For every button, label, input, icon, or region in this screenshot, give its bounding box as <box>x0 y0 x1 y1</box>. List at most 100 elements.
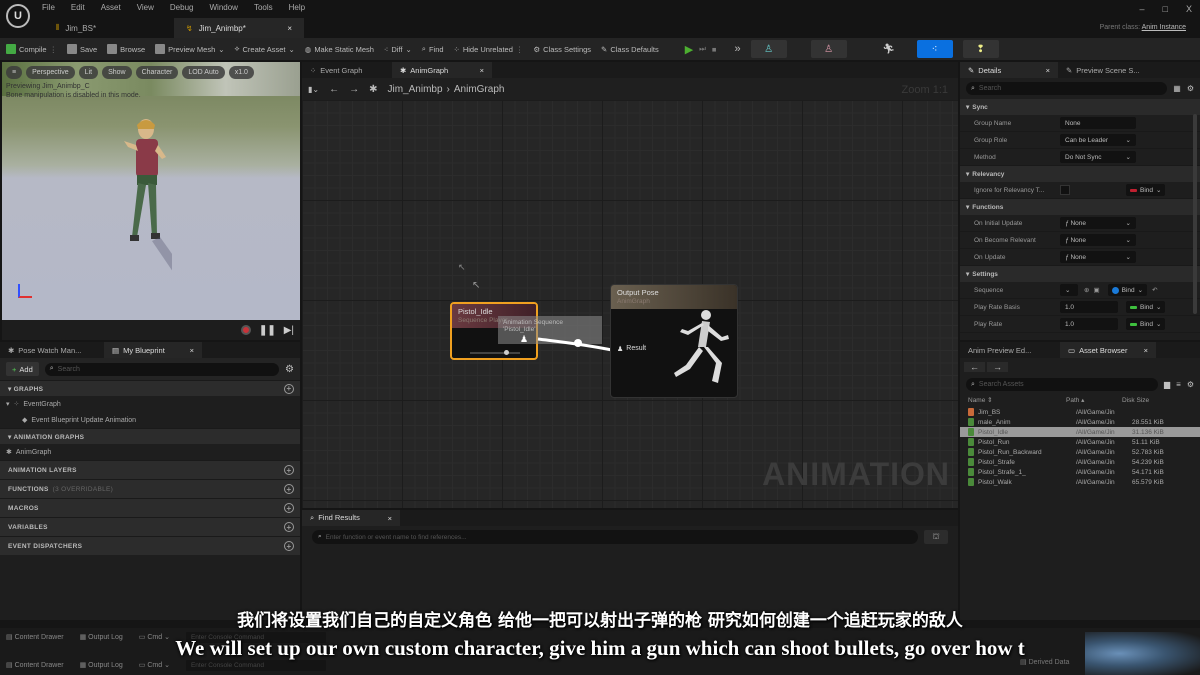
add-graph-icon[interactable]: + <box>284 383 294 394</box>
column-header-disk-size[interactable]: Disk Size <box>1122 397 1149 404</box>
section-sync[interactable]: ▾ Sync <box>960 99 1200 115</box>
bind-dropdown[interactable]: Bind ⌄ <box>1107 284 1148 296</box>
property-matrix-icon[interactable]: ▦ <box>1173 84 1181 93</box>
pause-button[interactable]: ❚❚ <box>259 325 276 336</box>
cmd-dropdown[interactable]: ▭ Cmd ⌄ <box>139 661 170 669</box>
use-selected-icon[interactable]: ⊕ <box>1084 286 1089 294</box>
play-rate-basis-input[interactable]: 1.0 <box>1060 301 1118 313</box>
section-functions[interactable]: FUNCTIONS (3 OVERRIDABLE) + <box>0 479 300 498</box>
add-macro-icon[interactable]: + <box>284 503 294 513</box>
menu-file[interactable]: File <box>42 3 55 12</box>
find-options-button[interactable]: ⛫ <box>924 530 948 544</box>
menu-debug[interactable]: Debug <box>170 3 194 12</box>
mesh-mode-button[interactable]: ♙ <box>810 40 847 58</box>
close-icon[interactable]: × <box>1046 66 1050 75</box>
class-defaults-button[interactable]: ✎ Class Defaults <box>601 45 659 54</box>
group-role-dropdown[interactable]: Can be Leader ⌄ <box>1060 134 1136 146</box>
stop-button[interactable]: ■ <box>712 45 717 54</box>
section-macros[interactable]: MACROS + <box>0 498 300 517</box>
play-rate-input[interactable]: 1.0 <box>1060 318 1118 330</box>
doc-tab-jim-bs[interactable]: ⫴ Jim_BS* <box>44 18 174 38</box>
lit-button[interactable]: Lit <box>78 66 99 79</box>
result-pin[interactable]: ♟ Result <box>617 345 646 353</box>
content-drawer-button[interactable]: ▤ Content Drawer <box>6 661 64 669</box>
menu-asset[interactable]: Asset <box>101 3 121 12</box>
browse-folder-icon[interactable]: ▣ <box>1093 286 1099 294</box>
bind-dropdown[interactable]: Bind ⌄ <box>1126 301 1166 313</box>
tree-item-event-update[interactable]: ◆ Event Blueprint Update Animation <box>0 412 300 428</box>
section-variables[interactable]: VARIABLES + <box>0 517 300 536</box>
gear-icon[interactable]: ⚙ <box>1187 380 1194 389</box>
section-event-dispatchers[interactable]: EVENT DISPATCHERS + <box>0 536 300 555</box>
asset-row[interactable]: Pistol_Idle/All/Game/Jin 31.136 KiB <box>960 427 1200 437</box>
asset-row[interactable]: Pistol_Strafe_1_ /All/Game/Jin 54.171 KiB <box>960 467 1200 477</box>
add-dispatcher-icon[interactable]: + <box>284 541 294 551</box>
column-header-name[interactable]: Name ⇕ <box>968 396 1066 404</box>
forward-arrow-icon[interactable]: → <box>987 362 1008 372</box>
add-layer-icon[interactable]: + <box>284 465 294 475</box>
asset-row[interactable]: Pistol_Run/All/Game/Jin 51.11 KiB <box>960 437 1200 447</box>
asset-row[interactable]: male_Anim/All/Game/Jin 28.551 KiB <box>960 417 1200 427</box>
lod-button[interactable]: LOD Auto <box>182 66 225 79</box>
save-button[interactable]: Save <box>67 44 97 54</box>
browse-button[interactable]: Browse <box>107 44 145 54</box>
step-button[interactable]: ⏭ <box>699 44 706 54</box>
show-button[interactable]: Show <box>102 66 132 79</box>
menu-edit[interactable]: Edit <box>71 3 85 12</box>
preview-viewport[interactable]: ≡ Perspective Lit Show Character LOD Aut… <box>2 62 300 320</box>
overflow-button[interactable]: » <box>734 43 740 55</box>
details-search-input[interactable]: ⌕ Search <box>966 82 1168 95</box>
menu-tools[interactable]: Tools <box>254 3 273 12</box>
close-icon[interactable]: × <box>190 346 194 355</box>
animation-mode-button[interactable]: 🏃︎ <box>870 40 907 58</box>
viewport-menu-button[interactable]: ≡ <box>6 66 23 79</box>
character-button[interactable]: Character <box>135 66 179 79</box>
asset-row[interactable]: Pistol_Walk/All/Game/Jin 65.579 KiB <box>960 477 1200 487</box>
gear-icon[interactable]: ⚙ <box>1187 84 1194 93</box>
asset-row[interactable]: Pistol_Strafe/All/Game/Jin 54.239 KiB <box>960 457 1200 467</box>
tab-preview-scene[interactable]: ✎ Preview Scene S... <box>1058 62 1158 78</box>
record-button[interactable] <box>240 325 251 335</box>
perspective-button[interactable]: Perspective <box>26 66 75 79</box>
menu-help[interactable]: Help <box>289 3 305 12</box>
folder-icon[interactable]: ▆ <box>1164 380 1170 389</box>
section-settings[interactable]: ▾ Settings <box>960 266 1200 282</box>
parent-class-link[interactable]: Anim Instance <box>1142 24 1186 31</box>
bind-dropdown[interactable]: Bind ⌄ <box>1126 318 1166 330</box>
play-button[interactable]: ▶ <box>685 43 693 56</box>
my-blueprint-search-input[interactable]: ⌕ Search <box>44 362 280 376</box>
asset-row[interactable]: Pistol_Run_Backward/All/Game/Jin 52.783 K… <box>960 447 1200 457</box>
playback-speed-button[interactable]: x1.0 <box>228 66 254 79</box>
skeleton-mode-button[interactable]: ♙ <box>750 40 787 58</box>
method-dropdown[interactable]: Do Not Sync ⌄ <box>1060 151 1136 163</box>
find-results-search-input[interactable]: ⌕ Enter function or event name to find re… <box>312 530 918 544</box>
close-icon[interactable]: × <box>287 24 292 33</box>
tab-pose-watch[interactable]: ✱ Pose Watch Man... <box>0 342 104 358</box>
find-button[interactable]: ⌕ Find <box>422 44 444 54</box>
column-header-path[interactable]: Path ▴ <box>1066 396 1122 404</box>
add-function-icon[interactable]: + <box>284 484 294 494</box>
tab-my-blueprint[interactable]: ▤ My Blueprint × <box>104 342 202 358</box>
menu-window[interactable]: Window <box>209 3 237 12</box>
tab-asset-browser[interactable]: ▭ Asset Browser × <box>1060 342 1156 358</box>
asset-search-input[interactable]: ⌕ Search Assets <box>966 378 1158 391</box>
gear-icon[interactable]: ⚙ <box>285 364 294 375</box>
menu-view[interactable]: View <box>137 3 154 12</box>
minimize-button[interactable]: – <box>1140 4 1145 14</box>
create-asset-button[interactable]: ⟡ Create Asset ⌄ <box>235 44 295 54</box>
group-name-field[interactable]: None <box>1060 117 1136 129</box>
node-output-pose[interactable]: Output Pose AnimGraph ♟ Result <box>610 284 738 398</box>
diff-button[interactable]: ⁖ Diff ⌄ <box>384 45 412 54</box>
make-static-mesh-button[interactable]: ◍ Make Static Mesh <box>305 45 374 54</box>
filter-icon[interactable]: ≡ <box>1176 380 1181 389</box>
add-button[interactable]: + Add <box>6 362 39 376</box>
ignore-relevancy-checkbox[interactable] <box>1060 185 1070 195</box>
class-settings-button[interactable]: ⚙ Class Settings <box>533 45 591 54</box>
close-icon[interactable]: × <box>388 514 392 523</box>
compile-button[interactable]: Compile ⋮ <box>6 44 57 54</box>
doc-tab-jim-animbp[interactable]: ↯ Jim_Animbp* × <box>174 18 304 38</box>
back-arrow-icon[interactable]: ← <box>964 362 985 372</box>
reset-arrow-icon[interactable]: ↶ <box>1152 286 1157 294</box>
on-initial-update-dropdown[interactable]: ƒ None ⌄ <box>1060 217 1136 229</box>
unreal-logo[interactable]: U <box>6 4 30 28</box>
